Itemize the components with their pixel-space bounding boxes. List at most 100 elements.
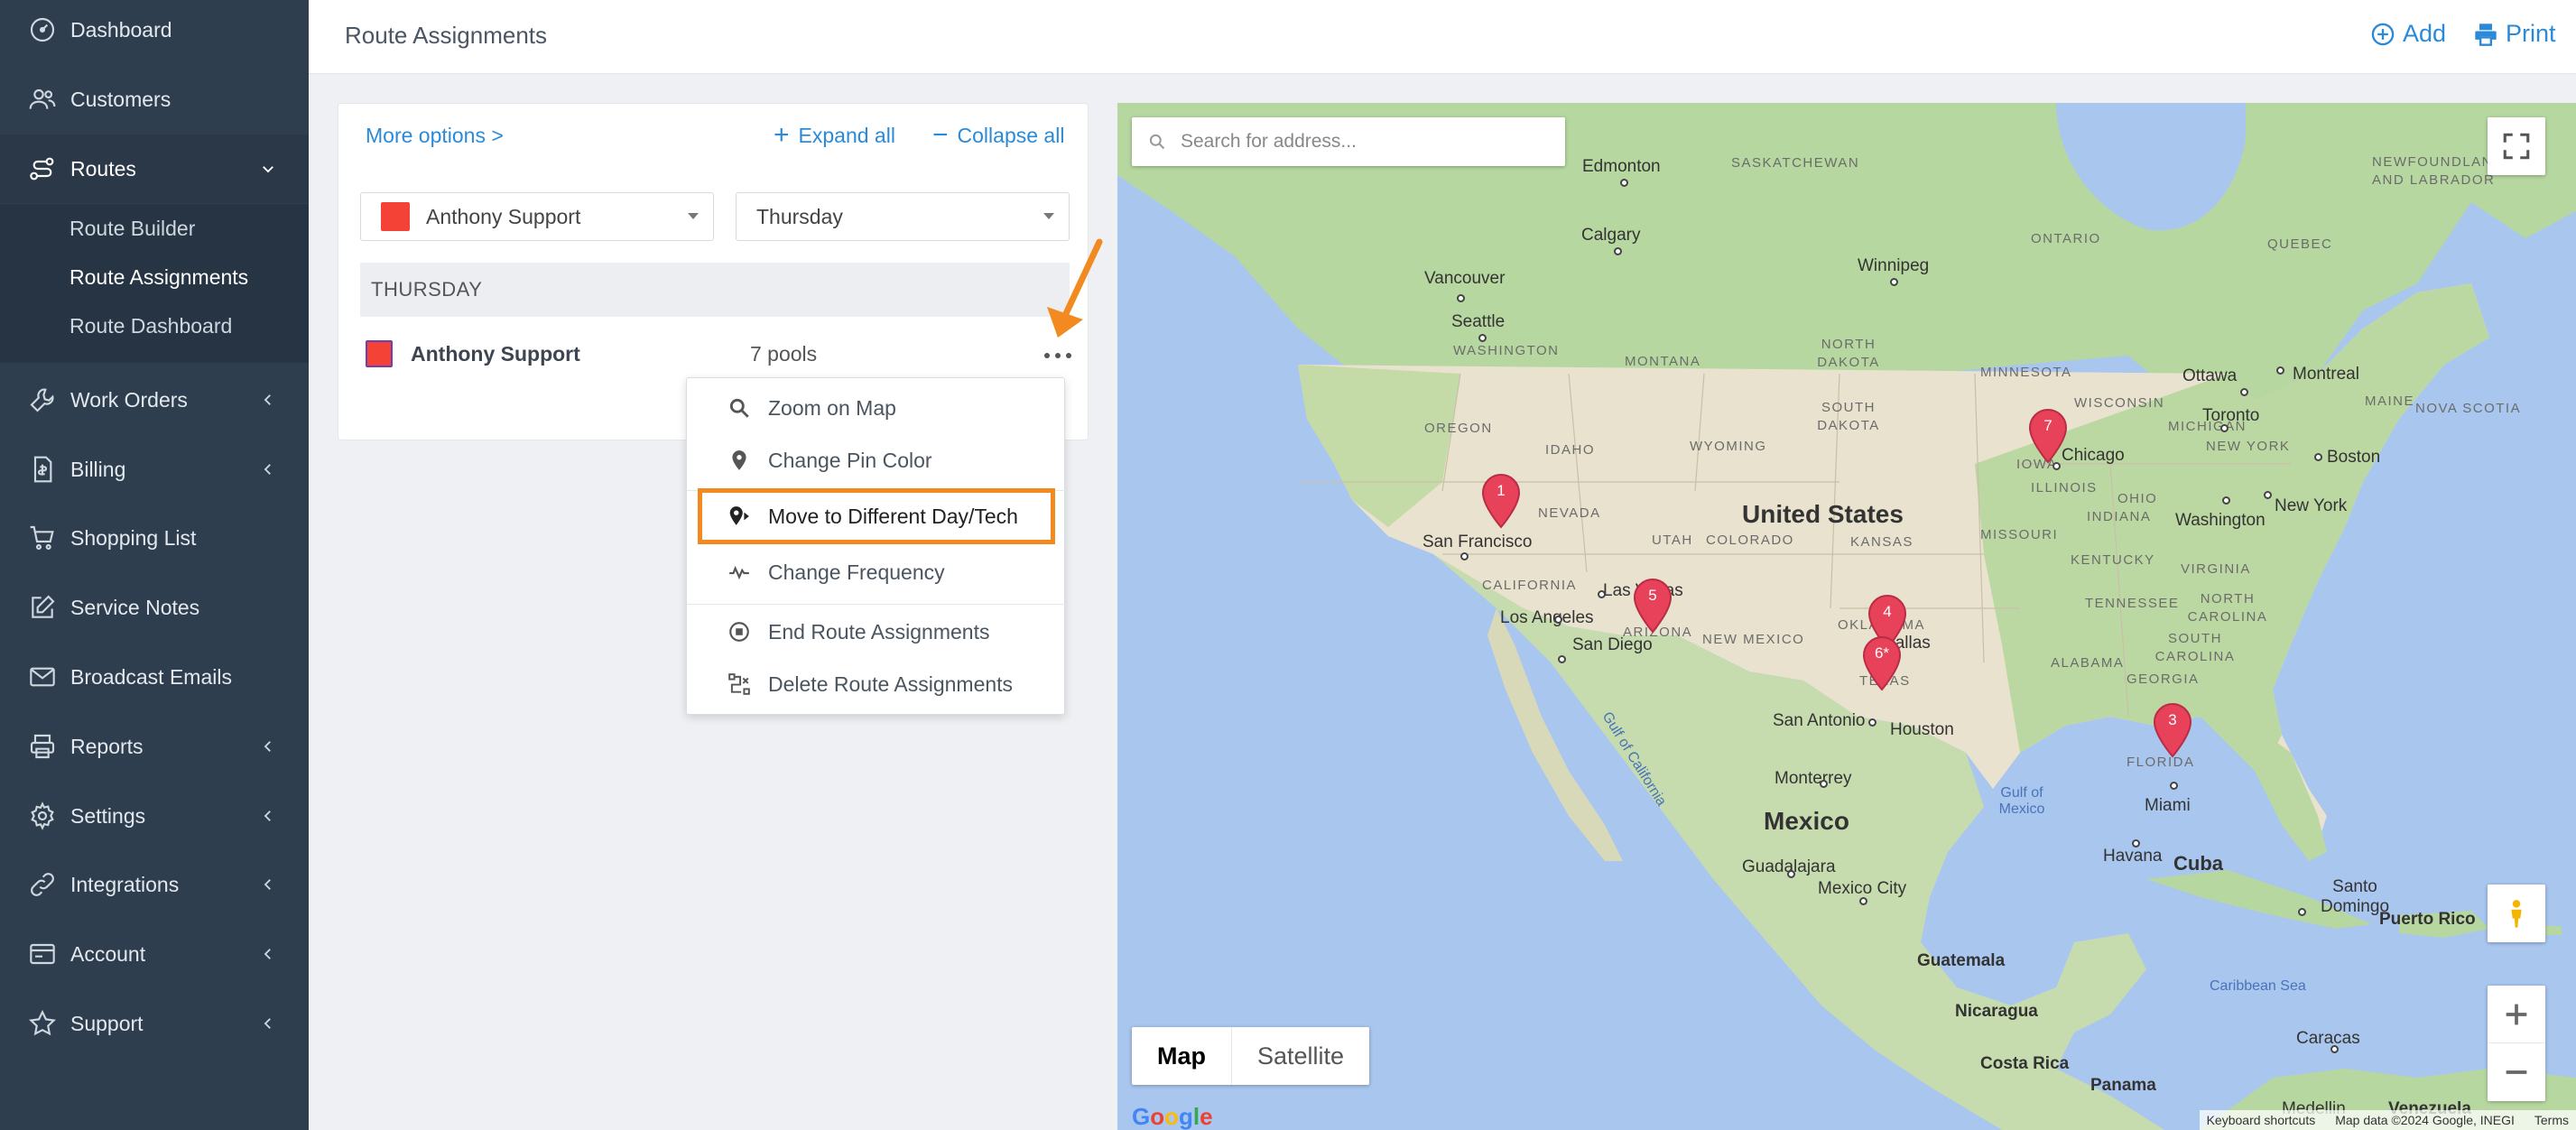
sidebar-item-label: Broadcast Emails [70, 664, 232, 689]
map-label: Costa Rica [1980, 1054, 2070, 1073]
print-label: Print [2506, 20, 2556, 47]
pin-move-icon [727, 504, 752, 529]
sidebar-item-dashboard[interactable]: Dashboard [0, 0, 309, 64]
menu-end-route-assignments[interactable]: End Route Assignments [687, 609, 1066, 654]
sidebar-item-label: Account [70, 941, 146, 966]
map-search-input[interactable] [1181, 131, 1542, 153]
map-type-satellite-button[interactable]: Satellite [1231, 1027, 1369, 1085]
sidebar-item-broadcast-emails[interactable]: Broadcast Emails [0, 643, 309, 711]
map-label: Seattle [1451, 312, 1506, 331]
submenu-route-assignments[interactable]: Route Assignments [69, 265, 248, 290]
fullscreen-button[interactable] [2488, 117, 2545, 175]
map-label: WISCONSIN [2074, 395, 2165, 411]
map-label: Montreal [2293, 365, 2359, 384]
tech-select[interactable]: Anthony Support [360, 192, 714, 241]
route-pin-1[interactable]: 1 [1480, 473, 1522, 529]
sidebar-item-work-orders[interactable]: Work Orders [0, 366, 309, 434]
dot-icon [1044, 353, 1050, 358]
zoom-out-button[interactable] [2488, 1043, 2545, 1101]
expand-all-button[interactable]: + Expand all [774, 122, 895, 149]
submenu-route-dashboard[interactable]: Route Dashboard [69, 314, 232, 338]
menu-change-pin-color[interactable]: Change Pin Color [687, 438, 1066, 483]
map-label: SOUTH CAROLINA [2154, 631, 2236, 664]
sidebar-item-label: Support [70, 1011, 144, 1035]
sidebar-item-shopping-list[interactable]: Shopping List [0, 504, 309, 572]
sidebar-item-account[interactable]: Account [0, 920, 309, 988]
city-dot-icon [1859, 897, 1867, 905]
zoom-in-button[interactable] [2488, 986, 2545, 1043]
menu-delete-route-assignments[interactable]: Delete Route Assignments [687, 662, 1066, 707]
page-title: Route Assignments [345, 22, 548, 49]
more-options-button[interactable] [1044, 349, 1071, 362]
map-label: SOUTH DAKOTA [1817, 400, 1880, 433]
sidebar-item-label: Reports [70, 734, 144, 758]
city-dot-icon [2330, 1045, 2339, 1053]
sidebar-item-settings[interactable]: Settings [0, 782, 309, 850]
google-logo: Google [1132, 1103, 1213, 1130]
route-pin-7[interactable]: 7 [2027, 408, 2069, 464]
sidebar-item-label: Service Notes [70, 595, 200, 619]
terms-link[interactable]: Terms [2534, 1113, 2569, 1127]
city-dot-icon [2222, 496, 2230, 505]
add-button[interactable]: Add [2370, 20, 2446, 48]
pegman-icon [2511, 900, 2522, 928]
sidebar-item-routes[interactable]: Routes [0, 134, 309, 203]
map-type-map-button[interactable]: Map [1132, 1027, 1231, 1085]
sidebar-item-integrations[interactable]: Integrations [0, 850, 309, 919]
tech-select-value: Anthony Support [426, 204, 581, 228]
city-dot-icon [1558, 655, 1566, 663]
sidebar: Dashboard Customers Routes Route Builder… [0, 0, 309, 1130]
map-label: OREGON [1424, 421, 1493, 436]
map-label: OHIO [2117, 491, 2158, 506]
map-type-control: Map Satellite [1132, 1027, 1370, 1085]
map-label: CALIFORNIA [1482, 578, 1578, 593]
route-map[interactable]: Edmonton SASKATCHEWAN Calgary ONTARIO QU… [1117, 103, 2576, 1130]
more-options-link[interactable]: More options > [366, 124, 504, 148]
map-label: Panama [2090, 1076, 2156, 1095]
map-label: KENTUCKY [2071, 552, 2155, 568]
routes-submenu: Route Builder Route Assignments Route Da… [0, 204, 309, 363]
add-label: Add [2403, 20, 2447, 47]
keyboard-shortcuts-link[interactable]: Keyboard shortcuts [2207, 1113, 2316, 1127]
city-dot-icon [1620, 179, 1628, 187]
expand-all-label: Expand all [798, 123, 895, 147]
chevron-down-icon [258, 159, 278, 179]
map-label: Guatemala [1917, 951, 2006, 970]
map-label: MINNESOTA [1980, 365, 2072, 380]
map-label: Caribbean Sea [2210, 978, 2306, 994]
print-button[interactable]: Print [2473, 20, 2556, 48]
sidebar-item-customers[interactable]: Customers [0, 65, 309, 134]
route-pin-5[interactable]: 5 [1632, 578, 1673, 634]
submenu-route-builder[interactable]: Route Builder [69, 217, 195, 241]
map-label: San Antonio [1773, 711, 1866, 730]
map-label: Houston [1890, 720, 1954, 739]
account-icon [27, 939, 58, 969]
menu-move-to-different-day-tech[interactable]: Move to Different Day/Tech [698, 488, 1055, 544]
sidebar-item-label: Routes [70, 156, 136, 181]
wrench-icon [27, 384, 58, 415]
map-label: Calgary [1581, 226, 1641, 245]
route-pin-3[interactable]: 3 [2152, 702, 2193, 758]
search-icon [1149, 134, 1165, 150]
printer-icon [27, 731, 58, 762]
sidebar-item-support[interactable]: Support [0, 989, 309, 1058]
sidebar-item-reports[interactable]: Reports [0, 712, 309, 781]
menu-zoom-on-map[interactable]: Zoom on Map [687, 385, 1066, 431]
sidebar-item-billing[interactable]: Billing [0, 435, 309, 504]
star-icon [27, 1008, 58, 1039]
dot-icon [1055, 353, 1061, 358]
dot-icon [1066, 353, 1071, 358]
sidebar-item-service-notes[interactable]: Service Notes [0, 573, 309, 642]
sidebar-item-label: Dashboard [70, 17, 172, 42]
menu-change-frequency[interactable]: Change Frequency [687, 550, 1066, 595]
sidebar-item-label: Integrations [70, 872, 180, 896]
map-label: ILLINOIS [2031, 480, 2098, 496]
route-pin-6[interactable]: 6* [1861, 635, 1903, 691]
map-label: Nicaragua [1955, 1002, 2038, 1021]
map-canvas [1117, 103, 2576, 1130]
day-select[interactable]: Thursday [736, 192, 1070, 241]
chevron-left-icon [258, 390, 278, 410]
street-view-button[interactable] [2488, 885, 2545, 942]
menu-item-label: Delete Route Assignments [768, 672, 1014, 696]
collapse-all-button[interactable]: − Collapse all [932, 122, 1064, 149]
